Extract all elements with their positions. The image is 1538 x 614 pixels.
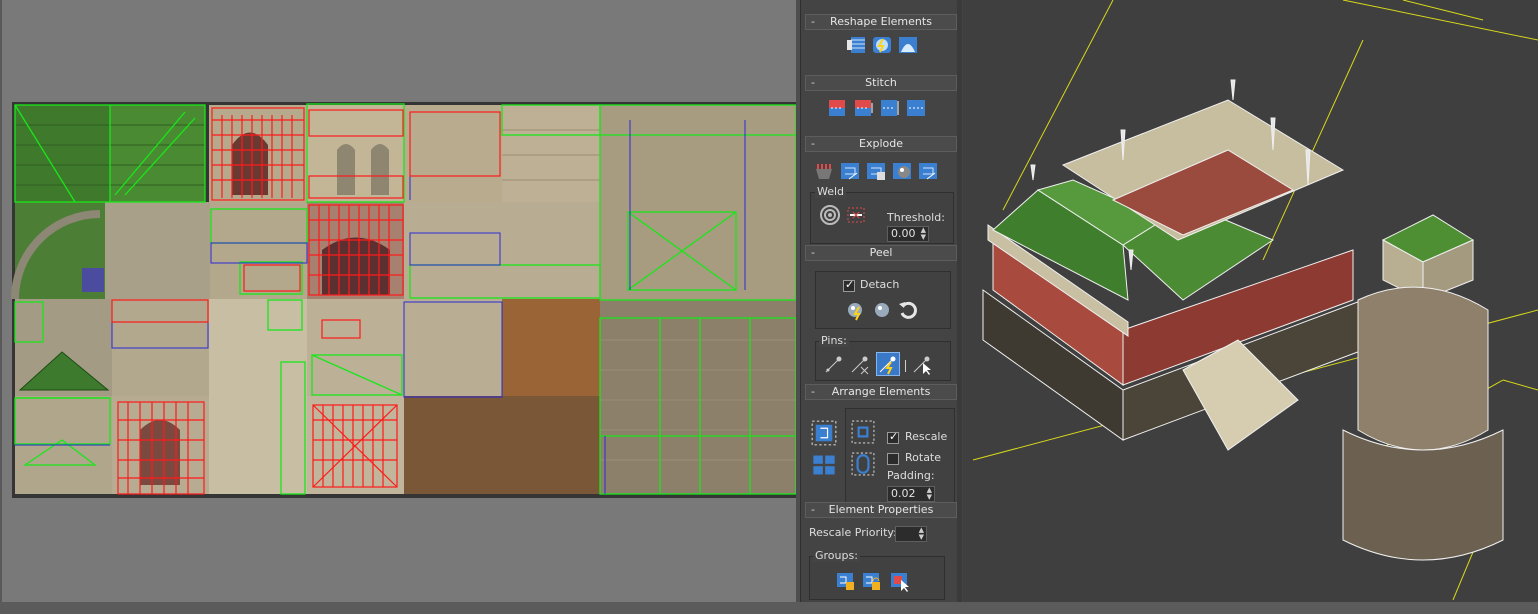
- rescale-label: Rescale: [905, 430, 948, 443]
- rollout-title: Arrange Elements: [831, 385, 931, 398]
- padding-value[interactable]: 0.02: [891, 487, 916, 501]
- rollout-title: Reshape Elements: [830, 15, 932, 28]
- collapse-toggle[interactable]: -: [811, 76, 815, 90]
- rollout-header-arrange[interactable]: - Arrange Elements: [805, 384, 957, 400]
- group-select-icon[interactable]: [889, 570, 911, 592]
- peel-mode-icon[interactable]: [871, 299, 893, 321]
- ungroup-selected-icon[interactable]: [861, 570, 883, 592]
- rescale-priority-label: Rescale Priority:: [809, 526, 897, 539]
- weld-target-icon[interactable]: [819, 204, 841, 226]
- rotate-checkbox[interactable]: [887, 453, 899, 465]
- rollout-header-peel[interactable]: - Peel: [805, 245, 957, 261]
- unwrap-command-panel: - Reshape Elements - Stitch - Explode We…: [800, 0, 964, 602]
- detach-label: Detach: [860, 278, 900, 291]
- detach-checkbox[interactable]: ✓: [843, 278, 855, 292]
- rotate-label: Rotate: [905, 451, 942, 464]
- rollout-stitch: - Stitch: [805, 75, 957, 127]
- weld-group-caption: Weld: [815, 185, 847, 198]
- rollout-header-reshape[interactable]: - Reshape Elements: [805, 14, 957, 30]
- padding-label: Padding:: [887, 469, 935, 482]
- group-selected-icon[interactable]: [835, 570, 857, 592]
- break-icon[interactable]: [813, 160, 835, 182]
- auto-pin-icon[interactable]: [876, 352, 900, 376]
- stitch-custom-icon[interactable]: [905, 97, 927, 119]
- collapse-toggle[interactable]: -: [811, 15, 815, 29]
- padding-spinner[interactable]: 0.02 ▲ ▼: [887, 486, 935, 502]
- rescale-checkbox[interactable]: ✓: [887, 430, 899, 444]
- flatten-by-smoothing-icon[interactable]: [865, 160, 887, 182]
- rollout-peel: - Peel ✓ Detach Pins:: [805, 245, 957, 383]
- rollout-header-element-properties[interactable]: - Element Properties: [805, 502, 957, 518]
- checkbox-tick: ✓: [889, 430, 899, 443]
- pins-separator: [905, 360, 906, 372]
- collapse-toggle[interactable]: -: [811, 385, 815, 399]
- rescale-priority-spinner[interactable]: ▲ ▼: [895, 526, 927, 542]
- unpin-icon[interactable]: [849, 353, 871, 375]
- quick-peel-icon[interactable]: [845, 299, 867, 321]
- reset-peel-icon[interactable]: [897, 299, 919, 321]
- rollout-title: Element Properties: [828, 503, 934, 516]
- spinner-arrows[interactable]: ▲ ▼: [919, 527, 924, 541]
- flatten-by-material-icon[interactable]: [891, 160, 913, 182]
- rollout-arrange-elements: - Arrange Elements ✓ Rescale Rotate Padd…: [805, 384, 957, 508]
- rollout-explode: - Explode Weld Weld: [805, 136, 957, 246]
- checkbox-tick: ✓: [845, 278, 855, 291]
- threshold-value[interactable]: 0.00: [891, 227, 916, 241]
- relax-icon[interactable]: [871, 34, 893, 56]
- building-model: [982, 79, 1504, 561]
- weld-selected-icon[interactable]: [845, 204, 867, 226]
- flatten-to-sphere-icon[interactable]: [917, 160, 939, 182]
- flatten-by-polygon-icon[interactable]: [839, 160, 861, 182]
- rollout-header-stitch[interactable]: - Stitch: [805, 75, 957, 91]
- collapse-toggle[interactable]: -: [811, 503, 815, 517]
- rollout-title: Explode: [859, 137, 903, 150]
- rollout-header-explode[interactable]: - Explode: [805, 136, 957, 152]
- stitch-to-target-icon[interactable]: [827, 97, 849, 119]
- pins-label: Pins:: [819, 334, 849, 347]
- straighten-icon[interactable]: [845, 34, 867, 56]
- panel-scrollbar[interactable]: [957, 0, 962, 602]
- perspective-viewport[interactable]: [963, 0, 1538, 602]
- viewport-scene[interactable]: [963, 0, 1538, 602]
- pack-together-icon[interactable]: [851, 420, 875, 444]
- collapse-toggle[interactable]: -: [811, 246, 815, 260]
- rollout-title: Peel: [869, 246, 893, 259]
- rollout-element-properties: - Element Properties Rescale Priority: ▲…: [805, 502, 957, 614]
- stitch-to-source-icon[interactable]: [853, 97, 875, 119]
- rollout-title: Stitch: [865, 76, 897, 89]
- pack-normalize-icon[interactable]: [811, 420, 837, 446]
- spinner-arrows[interactable]: ▲ ▼: [927, 487, 932, 501]
- arc-icon[interactable]: [897, 34, 919, 56]
- groups-label: Groups:: [813, 549, 860, 562]
- pin-icon[interactable]: [823, 353, 845, 375]
- stitch-average-icon[interactable]: [879, 97, 901, 119]
- collapse-toggle[interactable]: -: [811, 137, 815, 151]
- spinner-arrows[interactable]: ▲ ▼: [921, 227, 926, 241]
- threshold-label: Threshold:: [887, 211, 945, 224]
- pack-tight-icon[interactable]: [851, 452, 875, 476]
- pin-select-icon[interactable]: [911, 353, 933, 375]
- threshold-spinner[interactable]: 0.00 ▲ ▼: [887, 226, 929, 242]
- pack-custom-icon[interactable]: [811, 452, 837, 478]
- uv-texture-canvas[interactable]: [0, 0, 800, 602]
- uv-editor-viewport[interactable]: [0, 0, 800, 602]
- rollout-reshape-elements: - Reshape Elements: [805, 14, 957, 66]
